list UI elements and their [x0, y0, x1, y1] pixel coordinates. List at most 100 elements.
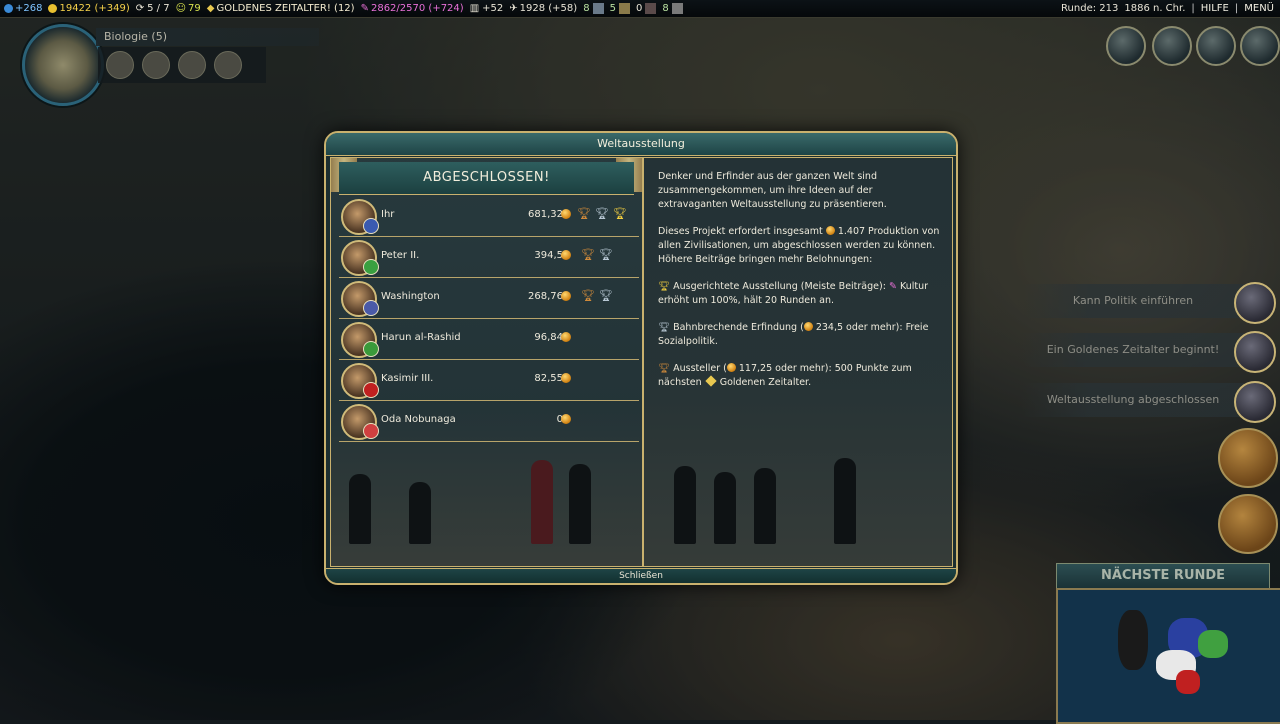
minimap-land [1118, 610, 1148, 670]
year-display: 1886 n. Chr. [1124, 3, 1186, 14]
contribution-row[interactable]: Peter II. 394,5 🏆︎ 🏆︎ [339, 237, 639, 278]
policy-notification-icon[interactable] [1234, 282, 1276, 324]
resource-3[interactable]: 0 [635, 3, 657, 14]
dialog-title: Weltausstellung [326, 133, 956, 156]
completed-banner: ABGESCHLOSSEN! [339, 162, 634, 195]
golden-age-value: GOLDENES ZEITALTER! (12) [216, 3, 355, 14]
resource-3-value: 0 [635, 3, 643, 14]
happiness-indicator[interactable]: ☺ 79 [176, 3, 201, 14]
trade-routes-indicator[interactable]: ⟳ 5 / 7 [136, 3, 170, 14]
turn-counter: Runde: 213 [1061, 3, 1119, 14]
reward-trophies: 🏆︎ 🏆︎ [581, 289, 613, 302]
culture-action-icon[interactable] [1218, 428, 1278, 488]
gold-value: 19422 (+349) [59, 3, 130, 14]
advisor-button[interactable] [1106, 26, 1146, 66]
golden-age-icon: ◆ [206, 3, 215, 14]
production-icon [561, 373, 571, 383]
civ-emblem-icon [363, 341, 379, 357]
leader-name: Peter II. [381, 250, 420, 261]
faith-value: 1928 (+58) [519, 3, 578, 14]
resource-1[interactable]: 8 [583, 3, 604, 14]
scene-figure [834, 458, 856, 544]
close-button[interactable]: Schließen [326, 568, 956, 583]
contribution-row[interactable]: Kasimir III. 82,55 [339, 360, 639, 401]
gold-indicator[interactable]: 19422 (+349) [48, 3, 130, 14]
production-icon [561, 414, 571, 424]
science-icon [4, 4, 13, 13]
resource-1-value: 8 [583, 3, 590, 14]
golden-age-icon [705, 375, 717, 387]
bronze-trophy-icon: 🏆︎ [581, 248, 596, 261]
world-fair-notification-icon[interactable] [1234, 381, 1276, 423]
research-unlocks [98, 47, 266, 83]
religion-button[interactable] [1240, 26, 1280, 66]
minimap-land [1198, 630, 1228, 658]
civ-emblem-icon [363, 423, 379, 439]
notification-policy[interactable]: Kann Politik einführen [1022, 284, 1244, 318]
contribution-value: 96,84 [534, 332, 563, 343]
production-icon [561, 250, 571, 260]
contributions-panel: ABGESCHLOSSEN! Ihr 681,32 🏆︎ 🏆︎ 🏆︎ Peter… [330, 157, 643, 567]
golden-age-notification-icon[interactable] [1234, 331, 1276, 373]
top-status-bar: +268 19422 (+349) ⟳ 5 / 7 ☺ 79 ◆ GOLDENE… [0, 0, 1280, 18]
contribution-row[interactable]: Harun al-Rashid 96,84 [339, 319, 639, 360]
civ-emblem-icon [363, 259, 379, 275]
production-icon [561, 291, 571, 301]
next-turn-button[interactable]: NÄCHSTE RUNDE [1056, 563, 1270, 589]
trade-route-icon: ⟳ [135, 3, 145, 14]
tourism-icon: ▥ [469, 3, 480, 14]
contribution-value: 681,32 [528, 209, 563, 220]
project-description: Denker und Erfinder aus der ganzen Welt … [658, 170, 942, 403]
diplomacy-button[interactable] [1152, 26, 1192, 66]
production-action-icon[interactable] [1218, 494, 1278, 554]
contribution-row[interactable]: Washington 268,76 🏆︎ 🏆︎ [339, 278, 639, 319]
tech-tree-button[interactable] [22, 24, 104, 106]
tourism-indicator[interactable]: ▥ +52 [470, 3, 504, 14]
minimap[interactable] [1056, 588, 1280, 724]
unlock-compass-icon[interactable] [214, 51, 242, 79]
top-right-info: Runde: 213 1886 n. Chr. | HILFE | MENÜ [1061, 0, 1274, 17]
resource-2[interactable]: 5 [610, 3, 630, 14]
notification-golden-age[interactable]: Ein Goldenes Zeitalter beginnt! [1022, 333, 1244, 367]
contribution-row[interactable]: Ihr 681,32 🏆︎ 🏆︎ 🏆︎ [339, 196, 639, 237]
tourism-value: +52 [482, 3, 504, 14]
resource-2-icon [618, 3, 630, 14]
trade-routes-value: 5 / 7 [147, 3, 170, 14]
culture-value: 2862/2570 (+724) [370, 3, 464, 14]
scene-figure [569, 464, 591, 544]
bronze-trophy-icon: 🏆︎ [658, 363, 671, 374]
resource-4[interactable]: 8 [662, 3, 683, 14]
current-research-label[interactable]: Biologie (5) [96, 28, 319, 46]
unlock-tower-icon[interactable] [178, 51, 206, 79]
separator: | [1191, 3, 1195, 14]
leader-name: Harun al-Rashid [381, 332, 461, 343]
unlock-wonder-icon[interactable] [142, 51, 170, 79]
culture-overview-button[interactable] [1196, 26, 1236, 66]
leader-name: Ihr [381, 209, 395, 220]
contribution-row[interactable]: Oda Nobunaga 0 [339, 401, 639, 442]
scene-figure [674, 466, 696, 544]
contribution-value: 268,76 [528, 291, 563, 302]
reward-gold: 🏆︎ Ausgerichtete Ausstellung (Meiste Bei… [658, 280, 942, 308]
scene-figure [714, 472, 736, 544]
resource-4-icon [671, 3, 683, 14]
unlock-building-icon[interactable] [106, 51, 134, 79]
production-icon [561, 209, 571, 219]
reward-silver: 🏆︎ Bahnbrechende Erfindung ( 234,5 oder … [658, 321, 942, 349]
science-indicator[interactable]: +268 [4, 3, 42, 14]
notification-world-fair[interactable]: Weltausstellung abgeschlossen [1022, 383, 1244, 417]
gold-coin-icon [48, 4, 58, 13]
help-button[interactable]: HILFE [1201, 3, 1229, 14]
faith-indicator[interactable]: ✈ 1928 (+58) [509, 3, 577, 14]
menu-button[interactable]: MENÜ [1244, 3, 1274, 14]
scene-figure [409, 482, 431, 544]
resource-3-icon [645, 3, 657, 14]
production-icon [825, 226, 835, 235]
culture-indicator[interactable]: ✎ 2862/2570 (+724) [361, 3, 464, 14]
silver-trophy-icon: 🏆︎ [658, 322, 671, 333]
production-icon [803, 322, 813, 331]
bronze-trophy-icon: 🏆︎ [577, 207, 592, 220]
scene-figure [531, 460, 553, 544]
production-icon [561, 332, 571, 342]
golden-age-indicator[interactable]: ◆ GOLDENES ZEITALTER! (12) [207, 3, 355, 14]
